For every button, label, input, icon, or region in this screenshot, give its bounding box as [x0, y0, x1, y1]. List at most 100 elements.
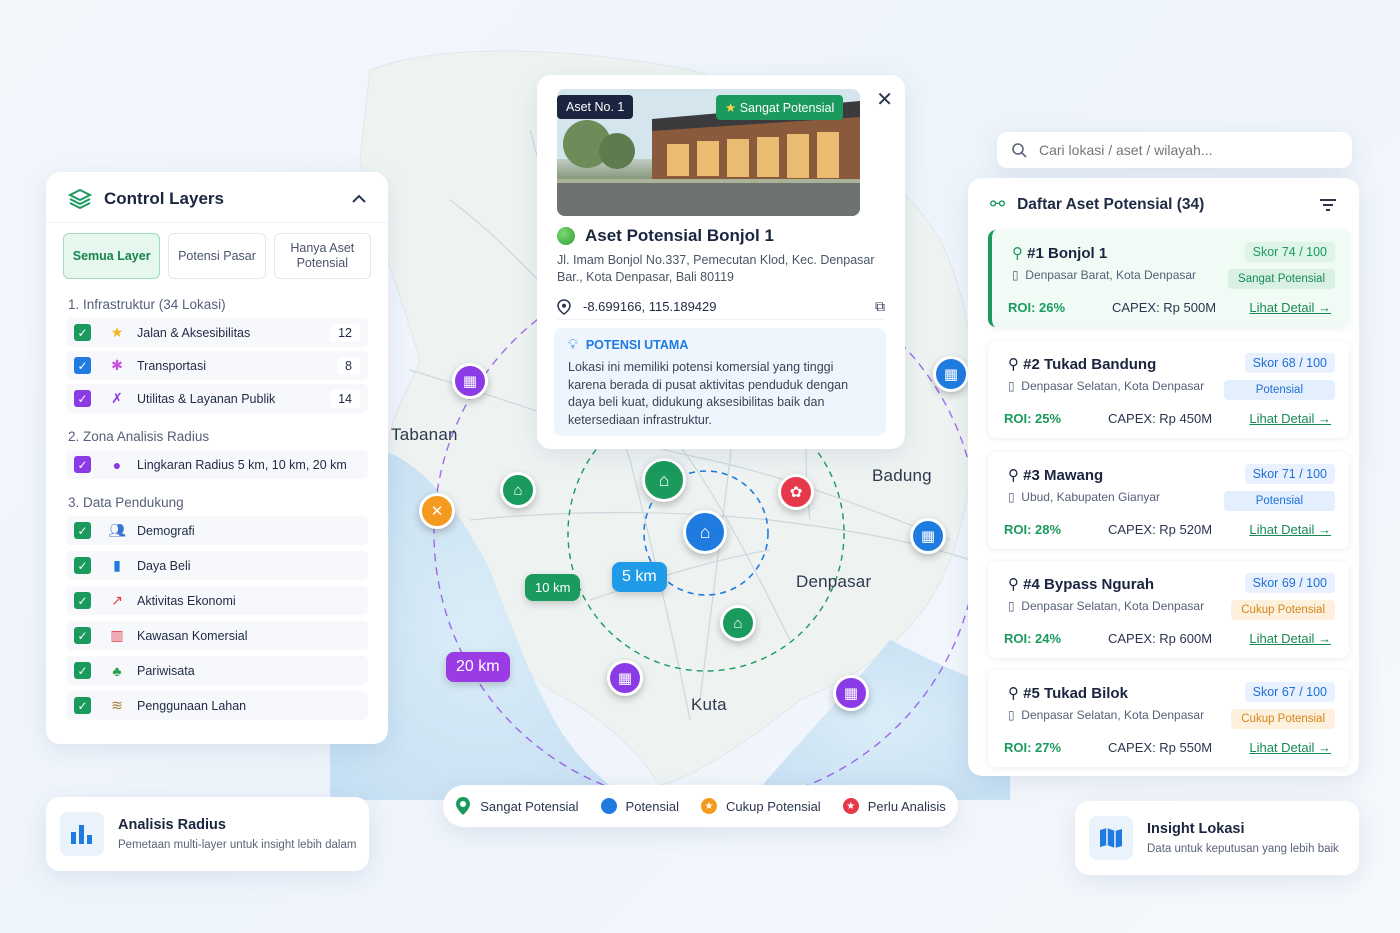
- building-icon: ▯: [1012, 268, 1019, 282]
- checkbox[interactable]: ✓: [74, 697, 91, 714]
- location-pin-icon: ⚲: [1012, 245, 1023, 262]
- section-title-infrastruktur: 1. Infrastruktur (34 Lokasi): [68, 297, 226, 312]
- close-icon[interactable]: ✕: [876, 87, 893, 112]
- checkbox[interactable]: ✓: [74, 456, 91, 473]
- asset-name: ⚲ #4 Bypass Ngurah: [1008, 575, 1154, 593]
- map-label-denpasar: Denpasar: [796, 572, 872, 591]
- asset-card[interactable]: ⚲ #1 Bonjol 1 ▯ Denpasar Barat, Kota Den…: [988, 230, 1349, 327]
- layer-row[interactable]: ✓ ✱ Transportasi 8: [66, 351, 368, 380]
- tab-semua-layer[interactable]: Semua Layer: [63, 233, 161, 279]
- asset-card[interactable]: ⚲ #3 Mawang ▯ Ubud, Kabupaten Gianyar Sk…: [988, 452, 1349, 549]
- legend-item: Sangat Potensial: [455, 796, 579, 816]
- map-pin-green[interactable]: ⌂: [720, 605, 756, 641]
- map-pin-purple[interactable]: ▦: [607, 660, 643, 696]
- search-bar[interactable]: [997, 132, 1352, 168]
- layer-label: Pariwisata: [137, 663, 195, 678]
- layer-row[interactable]: ✓ ♣ Pariwisata: [66, 656, 368, 685]
- asset-card[interactable]: ⚲ #2 Tukad Bandung ▯ Denpasar Selatan, K…: [988, 341, 1349, 438]
- layer-row[interactable]: ✓ 👥︎ Demografi: [66, 516, 368, 545]
- asset-detail-link[interactable]: Lihat Detail →: [1249, 740, 1331, 755]
- layer-row[interactable]: ✓ ★ Jalan & Aksesibilitas 12: [66, 318, 368, 347]
- store-icon: ⌂: [658, 469, 670, 490]
- building-icon: ▦: [843, 685, 859, 702]
- layer-row[interactable]: ✓ ↗ Aktivitas Ekonomi: [66, 586, 368, 615]
- asset-capex: CAPEX: Rp 600M: [1108, 631, 1213, 646]
- legend-item: ★ Perlu Analisis: [842, 798, 946, 814]
- people-icon: 👥︎: [108, 522, 126, 538]
- map-pin-green[interactable]: ⌂: [642, 458, 686, 502]
- chevron-up-icon[interactable]: [352, 194, 366, 204]
- asset-detail-link[interactable]: Lihat Detail →: [1249, 411, 1331, 426]
- control-layers-panel: Control Layers Semua Layer Potensi Pasar…: [46, 172, 388, 744]
- line-chart-icon: ↗: [111, 592, 123, 608]
- asset-detail-link[interactable]: Lihat Detail →: [1249, 631, 1331, 646]
- asset-location-text: Denpasar Selatan, Kota Denpasar: [1021, 708, 1205, 722]
- asset-roi: ROI: 27%: [1004, 740, 1062, 755]
- asset-list-panel: ⚯ Daftar Aset Potensial (34) ⚲ #1 Bonjol…: [968, 178, 1359, 776]
- layer-label: Daya Beli: [137, 558, 191, 573]
- map-icon: [1089, 816, 1133, 860]
- checkbox[interactable]: ✓: [74, 522, 91, 539]
- potensi-box: 💡︎ POTENSI UTAMA Lokasi ini memiliki pot…: [554, 328, 886, 436]
- asset-name-text: #2 Tukad Bandung: [1023, 356, 1157, 373]
- checkbox[interactable]: ✓: [74, 357, 91, 374]
- asset-badge: Sangat Potensial: [1228, 269, 1335, 289]
- search-input[interactable]: [1039, 142, 1329, 158]
- factory-icon: ▦: [462, 373, 478, 390]
- map-pin-selected[interactable]: ⌂: [683, 510, 727, 554]
- layers-icon: [68, 188, 92, 210]
- tab-potensi-pasar[interactable]: Potensi Pasar: [168, 233, 266, 279]
- layer-row[interactable]: ✓ ▮ Daya Beli: [66, 551, 368, 580]
- layer-row[interactable]: ✓ ✗ Utilitas & Layanan Publik 14: [66, 384, 368, 413]
- control-layers-title: Control Layers: [104, 189, 224, 208]
- asset-location: ▯ Denpasar Selatan, Kota Denpasar: [1008, 379, 1204, 393]
- checkbox[interactable]: ✓: [74, 324, 91, 341]
- store-icon: ⌂: [733, 614, 743, 632]
- checkbox[interactable]: ✓: [74, 557, 91, 574]
- layer-row[interactable]: ✓ ≋ Penggunaan Lahan: [66, 691, 368, 720]
- map-pin-icon: [456, 797, 471, 815]
- location-pin-icon: ⚲: [1008, 356, 1019, 373]
- asset-name: ⚲ #2 Tukad Bandung: [1008, 355, 1156, 373]
- map-pin-orange[interactable]: ✕: [419, 493, 455, 529]
- insight-title: Insight Lokasi: [1147, 821, 1245, 837]
- filter-icon[interactable]: [1319, 198, 1337, 212]
- checkbox[interactable]: ✓: [74, 662, 91, 679]
- map-pin-purple[interactable]: ▦: [452, 363, 488, 399]
- transport-icon: ✱: [111, 357, 123, 373]
- asset-location-text: Denpasar Barat, Kota Denpasar: [1025, 268, 1197, 282]
- tab-hanya-aset-potensial[interactable]: Hanya Aset Potensial: [273, 233, 371, 279]
- asset-card[interactable]: ⚲ #5 Tukad Bilok ▯ Denpasar Selatan, Kot…: [988, 670, 1349, 767]
- layer-row[interactable]: ✓ ▥ Kawasan Komersial: [66, 621, 368, 650]
- section-title-zona-radius: 2. Zona Analisis Radius: [68, 429, 210, 444]
- asset-name-text: #1 Bonjol 1: [1027, 245, 1108, 262]
- checkbox[interactable]: ✓: [74, 592, 91, 609]
- map-pin-blue[interactable]: ▦: [933, 356, 969, 392]
- coords-text: -8.699166, 115.189429: [583, 299, 717, 314]
- location-pin-icon: ⚲: [1008, 576, 1019, 593]
- building-icon: ▦: [943, 366, 959, 383]
- legend-dot: ★: [701, 798, 718, 814]
- utility-icon: ✗: [111, 390, 123, 406]
- asset-detail-link[interactable]: Lihat Detail →: [1249, 300, 1331, 315]
- control-layers-header[interactable]: Control Layers: [46, 172, 388, 223]
- asset-location-text: Ubud, Kabupaten Gianyar: [1021, 490, 1161, 504]
- asset-list-title: Daftar Aset Potensial (34): [1017, 195, 1205, 213]
- map-pin-blue[interactable]: ▦: [910, 518, 946, 554]
- analisis-radius-card: Analisis Radius Pemetaan multi-layer unt…: [46, 797, 369, 871]
- layer-row[interactable]: ✓ ● Lingkaran Radius 5 km, 10 km, 20 km: [66, 450, 368, 479]
- copy-icon[interactable]: ⧉: [875, 298, 885, 315]
- checkbox[interactable]: ✓: [74, 627, 91, 644]
- star-icon: ★: [725, 101, 737, 115]
- legend-item: ★ Cukup Potensial: [701, 798, 821, 814]
- store-icon: ▥: [110, 627, 124, 643]
- asset-detail-link[interactable]: Lihat Detail →: [1249, 522, 1331, 537]
- map-pin-red[interactable]: ✿: [778, 474, 814, 510]
- potensi-text: Lokasi ini memiliki potensi komersial ya…: [568, 360, 849, 427]
- section-title-data-pendukung: 3. Data Pendukung: [68, 495, 184, 510]
- asset-card[interactable]: ⚲ #4 Bypass Ngurah ▯ Denpasar Selatan, K…: [988, 561, 1349, 658]
- checkbox[interactable]: ✓: [74, 390, 91, 407]
- legend-label: Sangat Potensial: [480, 798, 579, 814]
- map-pin-purple[interactable]: ▦: [833, 675, 869, 711]
- map-pin-green[interactable]: ⌂: [500, 472, 536, 508]
